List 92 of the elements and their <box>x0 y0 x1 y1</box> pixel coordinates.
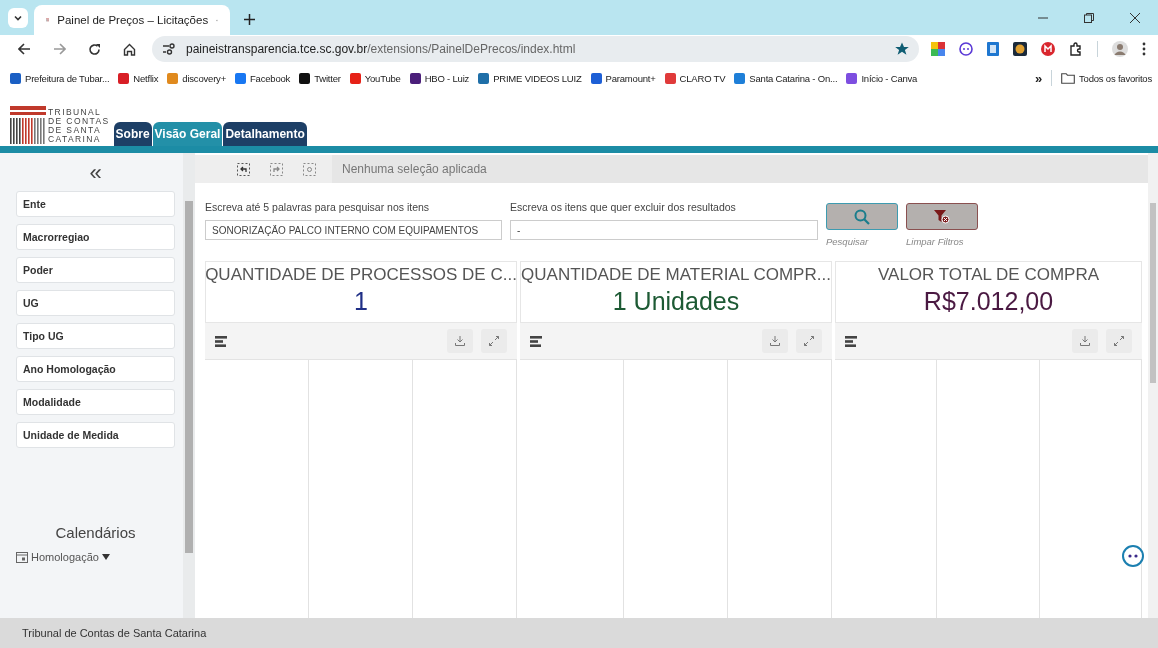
bookmark-link[interactable]: CLARO TV <box>664 72 726 84</box>
section-title: Calendários <box>54 524 137 541</box>
kpi-value: 1 <box>354 287 368 316</box>
bookmark-link[interactable]: Início - Canva <box>846 72 918 84</box>
restore-icon[interactable] <box>1084 13 1094 23</box>
filter-pane[interactable]: Unidade de Medida <box>16 422 175 448</box>
star-icon[interactable] <box>895 42 909 56</box>
step-forward-icon[interactable] <box>270 162 283 176</box>
face-icon[interactable] <box>959 42 973 56</box>
filter-pane[interactable]: Tipo UG <box>16 323 175 349</box>
chat-bot-icon[interactable] <box>1122 545 1144 567</box>
bookmark-link[interactable]: Paramount+ <box>590 72 656 84</box>
bookmark-link[interactable]: Prefeitura de Tubar... <box>10 72 110 84</box>
step-back-icon[interactable] <box>237 162 250 176</box>
nav-tab[interactable]: Sobre <box>113 122 152 146</box>
filter-pane[interactable]: Modalidade <box>16 389 175 415</box>
list-icon[interactable] <box>530 335 542 347</box>
all-bookmarks-link[interactable]: Todos os favoritos <box>1061 72 1152 84</box>
clear-selections-icon[interactable] <box>303 162 316 176</box>
exclude-input[interactable]: - <box>510 220 818 240</box>
expand-button[interactable] <box>1106 329 1132 353</box>
selection-status: Nenhuma seleção aplicada <box>341 162 487 176</box>
more-bookmarks-button[interactable]: » <box>1035 70 1043 86</box>
kpi-value: R$7.012,00 <box>923 287 1054 316</box>
calendar-icon <box>16 551 28 563</box>
letter-m-icon[interactable] <box>1041 42 1055 56</box>
button-caption: Limpar Filtros <box>906 236 965 247</box>
bookmark-link[interactable]: Santa Catarina - On... <box>734 72 838 84</box>
expand-icon <box>489 336 499 346</box>
download-button[interactable] <box>762 329 788 353</box>
field-label: Escreva até 5 palavras para pesquisar nos itens <box>205 201 431 213</box>
download-icon <box>770 336 780 346</box>
kpi-value: 1 Unidades <box>612 287 740 316</box>
bookmark-link[interactable]: HBO - Luiz <box>409 72 470 84</box>
logo-text: DE CONTAS <box>48 117 110 126</box>
new-tab-icon[interactable] <box>244 14 255 25</box>
field-label: Escreva os itens que quer excluir dos resultados <box>510 201 737 213</box>
bookmark-link[interactable]: YouTube <box>349 72 401 84</box>
download-button[interactable] <box>1072 329 1098 353</box>
expand-button[interactable] <box>481 329 507 353</box>
clear-filters-button[interactable] <box>906 203 978 230</box>
nav-tab[interactable]: Visão Geral <box>152 122 223 146</box>
scrollbar[interactable] <box>1148 153 1158 618</box>
bookmark-link[interactable]: discovery+ <box>167 72 226 84</box>
color-grid-icon[interactable] <box>931 42 945 56</box>
kpi-title: QUANTIDADE DE MATERIAL COMPR... <box>521 265 831 285</box>
filter-pane[interactable]: Poder <box>16 257 175 283</box>
back-icon[interactable] <box>18 43 31 55</box>
tab-search-button[interactable] <box>8 8 28 28</box>
forward-icon[interactable] <box>53 43 66 55</box>
bookmark-link[interactable]: Facebook <box>235 72 291 84</box>
filter-pane[interactable]: Ente <box>16 191 175 217</box>
avatar-icon[interactable] <box>1112 41 1128 57</box>
address-bar[interactable]: paineistransparencia.tce.sc.gov.br/extensions/PainelDePrecos/index.html <box>152 36 919 62</box>
home-icon[interactable] <box>123 42 136 56</box>
logo-text: DE SANTA <box>48 126 103 135</box>
chevron-down-icon <box>13 13 23 23</box>
scrollbar[interactable] <box>183 153 195 618</box>
filter-pane[interactable]: UG <box>16 290 175 316</box>
caret-icon <box>101 554 110 560</box>
logo-text: TRIBUNAL <box>48 108 103 117</box>
bookmark-link[interactable]: PRIME VIDEOS LUIZ <box>478 72 582 84</box>
filter-pane[interactable]: Ano Homologação <box>16 356 175 382</box>
expand-button[interactable] <box>796 329 822 353</box>
bookmark-link[interactable]: Twitter <box>299 72 341 84</box>
list-icon[interactable] <box>845 335 857 347</box>
button-caption: Pesquisar <box>826 236 870 247</box>
clear-filter-icon <box>934 209 950 224</box>
site-settings-icon[interactable] <box>162 43 176 55</box>
browser-tab[interactable]: Painel de Preços – Licitações <box>34 5 230 35</box>
download-button[interactable] <box>447 329 473 353</box>
calendar-dropdown[interactable]: Homologação <box>16 551 175 563</box>
logo-text: CATARINA <box>48 135 102 144</box>
download-icon <box>455 336 465 346</box>
search-input[interactable]: SONORIZAÇÃO PALCO INTERNO COM EQUIPAMENTOS <box>205 220 502 240</box>
expand-icon <box>1114 336 1124 346</box>
search-icon <box>854 208 870 225</box>
expand-icon <box>804 336 814 346</box>
folder-icon <box>1061 72 1076 84</box>
puzzle-icon[interactable] <box>1069 42 1083 56</box>
bookmark-link[interactable]: Netflix <box>118 72 159 84</box>
footer-text: Tribunal de Contas de Santa Catarina <box>0 618 1158 648</box>
collapse-sidebar-button[interactable]: « <box>89 161 102 185</box>
list-icon[interactable] <box>215 335 227 347</box>
filter-pane[interactable]: Macrorregiao <box>16 224 175 250</box>
reload-icon[interactable] <box>88 42 101 56</box>
nav-tab[interactable]: Detalhamento <box>223 122 307 146</box>
download-icon <box>1080 336 1090 346</box>
kpi-title: VALOR TOTAL DE COMPRA <box>877 265 1100 285</box>
kpi-title: QUANTIDADE DE PROCESSOS DE C... <box>205 265 517 285</box>
document-icon[interactable] <box>987 42 999 56</box>
menu-icon[interactable] <box>1142 42 1146 56</box>
